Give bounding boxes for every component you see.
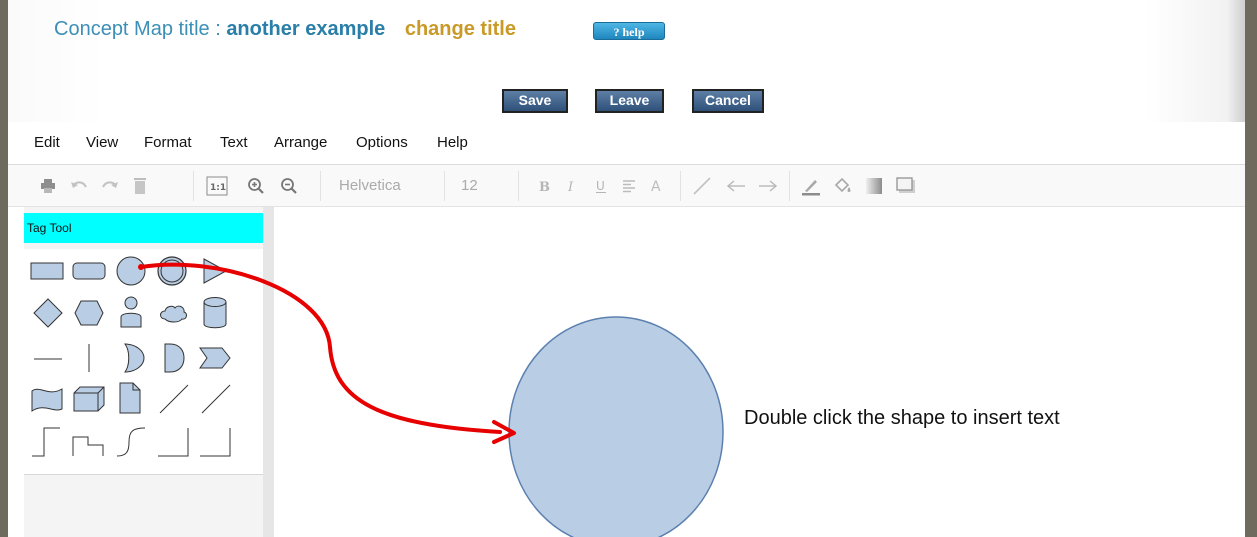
- toolbar-separator: [193, 171, 194, 201]
- actual-size-icon[interactable]: 1:1: [205, 165, 229, 206]
- leave-button[interactable]: Leave: [595, 89, 664, 113]
- line-icon[interactable]: [691, 165, 713, 206]
- hexagon-shape[interactable]: [73, 299, 105, 327]
- rounded-rectangle-shape[interactable]: [72, 259, 106, 283]
- toolbar-separator: [444, 171, 445, 201]
- corner-line-shape[interactable]: [198, 425, 232, 459]
- toolbar: 1:1 Helvetica 12 B I U A: [8, 165, 1245, 207]
- cloud-shape[interactable]: [157, 301, 189, 325]
- bold-icon[interactable]: B: [535, 165, 553, 206]
- horizontal-line-shape[interactable]: [32, 343, 64, 375]
- tag-tool-header[interactable]: Tag Tool: [24, 213, 263, 243]
- font-family-select[interactable]: Helvetica: [339, 177, 401, 194]
- font-color-icon[interactable]: A: [648, 165, 666, 206]
- align-icon[interactable]: [620, 165, 638, 206]
- menu-edit[interactable]: Edit: [34, 134, 60, 151]
- window-edge-shade: [1227, 0, 1245, 122]
- drawing-canvas[interactable]: [274, 207, 1245, 537]
- corner-connector-shape[interactable]: [156, 425, 190, 459]
- arrow-left-icon[interactable]: [725, 165, 747, 206]
- toolbar-separator: [680, 171, 681, 201]
- italic-icon[interactable]: I: [564, 165, 582, 206]
- fill-color-icon[interactable]: [832, 165, 854, 206]
- font-size-select[interactable]: 12: [461, 177, 478, 194]
- menu-arrange[interactable]: Arrange: [274, 134, 327, 151]
- line-color-icon[interactable]: [800, 165, 822, 206]
- undo-icon[interactable]: [68, 165, 90, 206]
- vertical-line-shape[interactable]: [82, 341, 96, 375]
- menu-view[interactable]: View: [86, 134, 118, 151]
- title-name: another example: [226, 18, 386, 40]
- svg-text:U: U: [596, 179, 605, 193]
- tape-shape[interactable]: [30, 383, 64, 415]
- menu-options[interactable]: Options: [356, 134, 408, 151]
- gradient-icon[interactable]: [863, 165, 885, 206]
- underline-icon[interactable]: U: [592, 165, 610, 206]
- triangle-shape[interactable]: [200, 257, 228, 285]
- elbow-horizontal-connector-shape[interactable]: [71, 425, 105, 459]
- help-button[interactable]: ? help: [593, 22, 665, 40]
- app-window: Concept Map title : another example chan…: [8, 0, 1245, 537]
- arrow-right-icon[interactable]: [757, 165, 779, 206]
- canvas-hint: Double click the shape to insert text: [744, 407, 1060, 429]
- step-shape[interactable]: [198, 345, 232, 371]
- toolbar-separator: [518, 171, 519, 201]
- diagonal-line-shape[interactable]: [158, 383, 190, 415]
- elbow-connector-shape[interactable]: [30, 425, 62, 459]
- svg-text:1:1: 1:1: [210, 183, 226, 193]
- zoom-out-icon[interactable]: [279, 165, 299, 206]
- concept-map-title: Concept Map title : another example chan…: [54, 18, 516, 41]
- rectangle-shape[interactable]: [30, 259, 64, 283]
- shadow-icon[interactable]: [895, 165, 917, 206]
- ellipse-shape[interactable]: [114, 255, 148, 287]
- title-prefix: Concept Map title :: [54, 18, 221, 40]
- double-ellipse-shape[interactable]: [155, 255, 189, 287]
- cube-shape[interactable]: [72, 385, 106, 413]
- menu-format[interactable]: Format: [144, 134, 192, 151]
- sidebar-splitter[interactable]: [263, 207, 274, 537]
- change-title-link[interactable]: change title: [405, 18, 516, 40]
- toolbar-separator: [789, 171, 790, 201]
- curved-connector-shape[interactable]: [115, 425, 147, 459]
- svg-text:B: B: [539, 180, 550, 194]
- svg-text:A: A: [651, 179, 661, 194]
- tag-tool-label: Tag Tool: [27, 221, 72, 235]
- zoom-in-icon[interactable]: [246, 165, 266, 206]
- diamond-shape[interactable]: [32, 297, 64, 329]
- save-button[interactable]: Save: [502, 89, 568, 113]
- print-icon[interactable]: [38, 165, 58, 206]
- actor-shape[interactable]: [119, 295, 143, 329]
- shape-sidebar: Tag Tool: [24, 207, 263, 537]
- or-shape[interactable]: [122, 341, 146, 375]
- toolbar-separator: [320, 171, 321, 201]
- svg-text:I: I: [567, 180, 574, 194]
- delete-icon[interactable]: [131, 165, 149, 206]
- redo-icon[interactable]: [99, 165, 121, 206]
- and-shape[interactable]: [162, 341, 186, 375]
- diagonal-connector-shape[interactable]: [200, 383, 232, 415]
- cylinder-shape[interactable]: [202, 295, 228, 331]
- menu-text[interactable]: Text: [220, 134, 248, 151]
- shape-palette: [24, 249, 263, 475]
- cancel-button[interactable]: Cancel: [692, 89, 764, 113]
- menu-help[interactable]: Help: [437, 134, 468, 151]
- note-shape[interactable]: [118, 381, 142, 415]
- menu-bar: Edit View Format Text Arrange Options He…: [8, 122, 1245, 165]
